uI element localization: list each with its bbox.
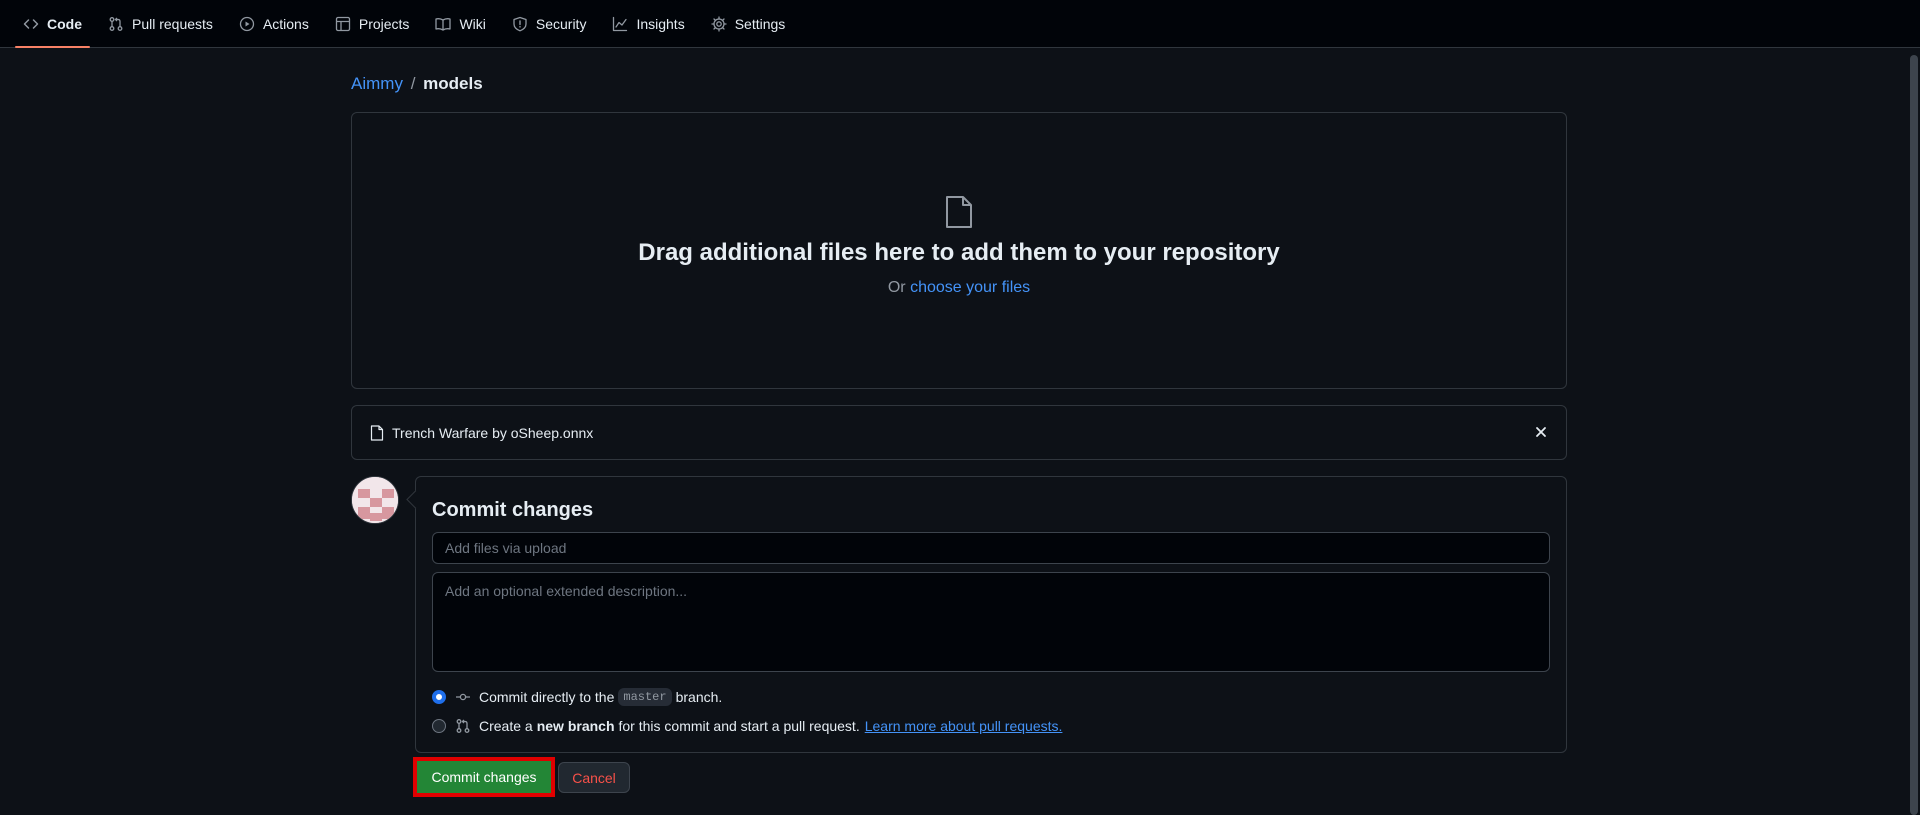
tab-wiki-label: Wiki xyxy=(459,16,486,32)
book-icon xyxy=(435,18,452,31)
git-commit-icon xyxy=(456,693,470,701)
choose-files-link[interactable]: choose your files xyxy=(910,279,1030,296)
breadcrumb-separator: / xyxy=(410,74,416,93)
breadcrumb-owner-link[interactable]: Aimmy xyxy=(351,74,403,93)
file-drop-zone[interactable]: Drag additional files here to add them t… xyxy=(351,112,1567,389)
tab-settings-label: Settings xyxy=(734,16,786,32)
play-icon xyxy=(239,16,255,32)
identicon-image xyxy=(352,477,398,523)
repo-nav-bar: Code Pull requests Actions Projects Wiki… xyxy=(0,0,1920,48)
tab-projects-label: Projects xyxy=(358,16,410,32)
table-icon xyxy=(335,16,351,32)
tab-insights-label: Insights xyxy=(636,16,685,32)
commit-changes-panel: Commit changes Commit directly to the ma… xyxy=(415,476,1567,753)
tab-security-label: Security xyxy=(535,16,587,32)
new-branch-radio[interactable] xyxy=(432,719,446,733)
breadcrumb: Aimmy / models xyxy=(351,74,483,94)
commit-direct-radio[interactable] xyxy=(432,690,446,704)
tab-pull-requests-label: Pull requests xyxy=(132,16,213,32)
new-branch-text: Create a xyxy=(479,718,533,734)
tab-actions[interactable]: Actions xyxy=(231,0,317,48)
tab-projects[interactable]: Projects xyxy=(327,0,418,48)
uploaded-file-row: Trench Warfare by oSheep.onnx xyxy=(351,405,1567,460)
drop-zone-prefix: Or xyxy=(887,279,906,296)
file-icon xyxy=(946,196,972,228)
commit-changes-button[interactable]: Commit changes xyxy=(413,757,555,797)
remove-file-close-icon[interactable] xyxy=(1531,422,1551,442)
page-scrollbar[interactable] xyxy=(1910,55,1918,815)
code-icon xyxy=(23,19,39,29)
new-branch-suffix: for this commit and start a pull request… xyxy=(618,718,860,734)
tab-insights[interactable]: Insights xyxy=(604,0,692,48)
tab-actions-label: Actions xyxy=(262,16,309,32)
new-branch-option[interactable]: Create a new branch for this commit and … xyxy=(432,715,1062,737)
commit-panel-title: Commit changes xyxy=(432,499,594,521)
commit-direct-suffix: branch. xyxy=(675,689,723,705)
tab-pull-requests[interactable]: Pull requests xyxy=(100,0,221,48)
shield-icon xyxy=(513,16,527,32)
learn-more-pull-requests-link[interactable]: Learn more about pull requests. xyxy=(865,718,1063,734)
tab-code-label: Code xyxy=(47,16,82,32)
repo-nav-tabs: Code Pull requests Actions Projects Wiki… xyxy=(15,0,803,48)
file-icon xyxy=(370,425,384,441)
graph-icon xyxy=(613,16,628,32)
breadcrumb-repo-name: models xyxy=(423,74,483,93)
tab-wiki[interactable]: Wiki xyxy=(427,0,493,48)
tab-code[interactable]: Code xyxy=(15,0,90,48)
tab-settings[interactable]: Settings xyxy=(703,0,794,48)
commit-direct-text: Commit directly to the xyxy=(479,689,615,705)
gear-icon xyxy=(711,16,727,32)
pull-request-icon xyxy=(456,719,470,733)
uploaded-file-name: Trench Warfare by oSheep.onnx xyxy=(392,425,594,441)
new-branch-bold: new branch xyxy=(536,718,615,734)
commit-direct-option[interactable]: Commit directly to the master branch. xyxy=(432,686,722,708)
branch-name: master xyxy=(618,688,672,706)
drop-zone-subtitle: Or choose your files xyxy=(352,279,1566,297)
drop-zone-title: Drag additional files here to add them t… xyxy=(638,239,1280,266)
cancel-button[interactable]: Cancel xyxy=(558,762,630,793)
tab-security[interactable]: Security xyxy=(504,0,595,48)
avatar[interactable] xyxy=(351,476,399,524)
commit-summary-input[interactable] xyxy=(432,532,1550,564)
commit-description-textarea[interactable] xyxy=(432,572,1550,672)
pull-request-icon xyxy=(109,17,123,31)
